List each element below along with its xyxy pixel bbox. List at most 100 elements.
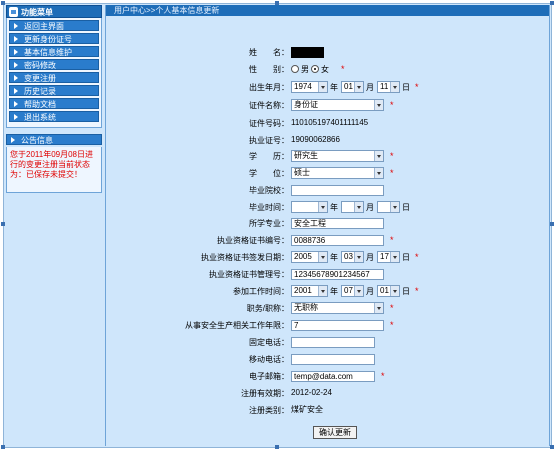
birth-year-select[interactable]: 1974 <box>291 81 328 93</box>
email-input[interactable] <box>291 370 375 382</box>
degree-select[interactable]: 硕士 <box>291 167 384 179</box>
gender-female-radio[interactable] <box>311 65 319 73</box>
education-select[interactable]: 研究生 <box>291 150 384 162</box>
gender-male-radio[interactable] <box>291 65 299 73</box>
work-day-select[interactable]: 01 <box>377 285 400 297</box>
work-year-value: 2001 <box>294 286 312 295</box>
cert-month-value: 03 <box>344 252 353 261</box>
expiry-value: 2012-02-24 <box>291 388 332 397</box>
birth-day-select[interactable]: 11 <box>377 81 400 93</box>
sidebar-item-password[interactable]: 密码修改 <box>9 59 99 70</box>
birth-year-value: 1974 <box>294 82 312 91</box>
sidebar-item-label: 基本信息维护 <box>24 48 72 57</box>
sidebar-item-home[interactable]: 返回主界面 <box>9 20 99 31</box>
id-number-label: 证件号码： <box>249 119 289 128</box>
submit-button[interactable]: 确认更新 <box>313 426 357 439</box>
sidebar-header: 功能菜单 <box>6 5 102 18</box>
required-mark: * <box>390 100 394 110</box>
birth-label: 出生年月： <box>249 83 289 92</box>
license-label: 执业证号： <box>249 136 289 145</box>
row-expiry: 注册有效期： 2012-02-24 <box>106 386 551 400</box>
resize-handle[interactable] <box>1 222 5 226</box>
work-day-value: 01 <box>380 286 389 295</box>
cert-month-select[interactable]: 03 <box>341 251 364 263</box>
birth-month-select[interactable]: 01 <box>341 81 364 93</box>
window-frame: 功能菜单 返回主界面 更新身份证号 基本信息维护 密码修改 变更注册 历史记录 … <box>3 3 552 448</box>
school-input[interactable] <box>291 184 384 196</box>
birth-month-value: 01 <box>344 82 353 91</box>
work-month-select[interactable]: 07 <box>341 285 364 297</box>
sidebar-item-change-registration[interactable]: 变更注册 <box>9 72 99 83</box>
row-gender: 性 别： 男 女 * <box>106 62 551 76</box>
chevron-down-icon <box>354 202 363 212</box>
title-select[interactable]: 无职称 <box>291 302 384 314</box>
cert-no-input[interactable] <box>291 234 384 246</box>
unit-year: 年 <box>330 286 338 296</box>
arrow-right-icon <box>14 75 18 81</box>
sidebar-item-update-id[interactable]: 更新身份证号 <box>9 33 99 44</box>
row-work-date: 参加工作时间： 2001 年 07 月 01 日 * <box>106 284 551 298</box>
arrow-right-icon <box>14 114 18 120</box>
id-number-value: 110105197401111145 <box>291 118 369 127</box>
row-category: 注册类别： 煤矿安全 <box>106 403 551 417</box>
mobile-input[interactable] <box>291 353 375 365</box>
sidebar-item-logout[interactable]: 退出系统 <box>9 111 99 122</box>
id-type-select[interactable]: 身份证 <box>291 99 384 111</box>
grad-year-select[interactable] <box>291 201 328 213</box>
resize-handle[interactable] <box>550 445 554 449</box>
row-birth: 出生年月： 1974 年 01 月 11 日 * <box>106 80 551 94</box>
resize-handle[interactable] <box>550 1 554 5</box>
sidebar-item-label: 变更注册 <box>24 74 56 83</box>
name-label: 姓 名： <box>249 48 289 57</box>
breadcrumb: 用户中心>>个人基本信息更新 <box>106 5 549 16</box>
resize-handle[interactable] <box>1 1 5 5</box>
years-input[interactable] <box>291 319 384 331</box>
education-label: 学 历： <box>249 152 289 161</box>
row-school: 毕业院校： <box>106 183 551 197</box>
sidebar-item-label: 退出系统 <box>24 113 56 122</box>
name-redacted <box>291 46 324 58</box>
required-mark: * <box>390 303 394 313</box>
sidebar-item-label: 密码修改 <box>24 61 56 70</box>
row-cert-no: 执业资格证书编号： * <box>106 233 551 247</box>
work-month-value: 07 <box>344 286 353 295</box>
arrow-right-icon <box>11 137 15 143</box>
category-value: 煤矿安全 <box>291 405 323 414</box>
grad-month-select[interactable] <box>341 201 364 213</box>
id-type-label: 证件名称： <box>249 101 289 110</box>
resize-handle[interactable] <box>550 222 554 226</box>
sidebar-item-history[interactable]: 历史记录 <box>9 85 99 96</box>
unit-month: 月 <box>366 286 374 296</box>
row-id-type: 证件名称： 身份证 * <box>106 98 551 112</box>
cert-mgmt-input[interactable] <box>291 268 384 280</box>
chevron-down-icon <box>318 286 327 296</box>
row-cert-mgmt: 执业资格证书管理号： <box>106 267 551 281</box>
major-label: 所学专业： <box>249 219 289 228</box>
unit-year: 年 <box>330 202 338 212</box>
cert-date-label: 执业资格证书签发日期： <box>201 253 289 262</box>
chevron-down-icon <box>318 252 327 262</box>
required-mark: * <box>390 168 394 178</box>
title-value: 无职称 <box>294 303 318 312</box>
id-type-value: 身份证 <box>294 100 318 109</box>
unit-day: 日 <box>402 82 410 92</box>
chevron-down-icon <box>354 286 363 296</box>
major-input[interactable] <box>291 217 384 229</box>
cert-year-select[interactable]: 2005 <box>291 251 328 263</box>
sidebar-item-basic-info[interactable]: 基本信息维护 <box>9 46 99 57</box>
row-email: 电子邮箱： * <box>106 369 551 383</box>
cert-day-select[interactable]: 17 <box>377 251 400 263</box>
notice-text: 您于2011年09月08日进行的变更注册当前状态为：已保存未提交！ <box>6 147 102 193</box>
resize-handle[interactable] <box>1 445 5 449</box>
sidebar-item-help[interactable]: 帮助文档 <box>9 98 99 109</box>
chevron-down-icon <box>318 202 327 212</box>
grad-label: 毕业时间： <box>249 203 289 212</box>
grad-day-select[interactable] <box>377 201 400 213</box>
resize-handle[interactable] <box>275 1 279 5</box>
chevron-down-icon <box>390 252 399 262</box>
work-year-select[interactable]: 2001 <box>291 285 328 297</box>
row-major: 所学专业： <box>106 216 551 230</box>
phone-input[interactable] <box>291 336 375 348</box>
cert-year-value: 2005 <box>294 252 312 261</box>
resize-handle[interactable] <box>275 445 279 449</box>
